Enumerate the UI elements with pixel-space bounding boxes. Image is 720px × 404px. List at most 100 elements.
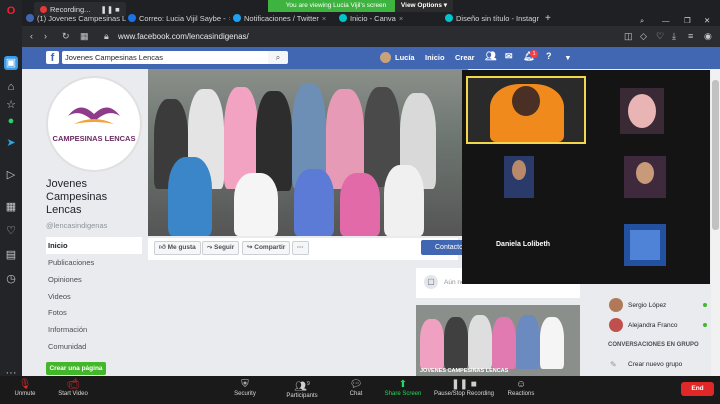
pause-recording-button[interactable]: ❚❚ ■ Pause/Stop Recording: [432, 378, 496, 397]
leftnav-community[interactable]: Comunidad: [46, 338, 142, 355]
forward-icon[interactable]: ›: [44, 31, 47, 41]
campesinas-logo-icon: [68, 107, 120, 124]
home-link[interactable]: Inicio: [425, 53, 445, 62]
opera-logo-icon[interactable]: O: [4, 4, 18, 18]
chevron-down-icon[interactable]: ▾: [566, 53, 570, 62]
messenger-icon[interactable]: ✉: [505, 51, 513, 62]
avatar[interactable]: [609, 298, 623, 312]
scrollbar-thumb[interactable]: [712, 80, 719, 230]
search-input[interactable]: Jovenes Campesinas Lencas: [62, 51, 276, 64]
clock-icon[interactable]: ◷: [4, 272, 18, 286]
home-icon[interactable]: ⌂: [4, 80, 18, 94]
back-icon[interactable]: ‹: [30, 31, 33, 41]
help-icon[interactable]: ?: [546, 51, 552, 61]
cover-photo[interactable]: [148, 69, 468, 236]
leftnav-reviews[interactable]: Opiniones: [46, 271, 142, 288]
like-label: Me gusta: [167, 244, 196, 251]
create-group-link[interactable]: Crear nuevo grupo: [628, 361, 682, 368]
create-link[interactable]: Crear: [455, 53, 475, 62]
new-tab-button[interactable]: +: [545, 11, 555, 26]
group-conversations-heading: CONVERSACIONES EN GRUPO: [608, 342, 699, 348]
search-icon[interactable]: ⌕: [268, 51, 288, 64]
leftnav-about[interactable]: Información: [46, 321, 142, 338]
create-page-button[interactable]: Crear una página: [46, 362, 106, 375]
camera-icon[interactable]: ◫: [624, 31, 633, 42]
participant-tile[interactable]: [624, 156, 666, 198]
profile-logo-text: CAMPESINAS LENCAS: [52, 134, 136, 143]
participant-face: [512, 160, 526, 180]
avatar[interactable]: [609, 318, 623, 332]
view-options-label: View Options: [400, 2, 442, 9]
profile-icon[interactable]: ◉: [704, 31, 712, 42]
profile-link[interactable]: Lucía: [395, 53, 415, 62]
heart-icon[interactable]: ♡: [4, 224, 18, 238]
tab-mail[interactable]: Correo: Lucia Vijil Saybe -×: [128, 11, 230, 26]
page-handle[interactable]: @lencasindigenas: [46, 221, 107, 230]
leftnav-videos[interactable]: Videos: [46, 288, 142, 305]
tabs-grid-icon[interactable]: ▦: [80, 31, 89, 42]
post-photo[interactable]: [416, 305, 580, 376]
contact-name[interactable]: Alejandra Franco: [628, 322, 678, 329]
history-icon[interactable]: ▤: [4, 248, 18, 262]
participant-tile[interactable]: [624, 224, 666, 266]
participant-name: Daniela Lolibeth: [496, 241, 551, 248]
reload-icon[interactable]: ↻: [62, 31, 70, 42]
easy-setup-icon[interactable]: ≡: [688, 31, 693, 41]
online-status-icon: [703, 323, 707, 327]
facebook-logo-icon[interactable]: f: [46, 51, 59, 64]
close-icon[interactable]: ×: [229, 14, 230, 23]
participants-button[interactable]: 👥︎9 Participants: [282, 378, 322, 399]
page-profile-picture[interactable]: [46, 76, 142, 172]
lock-icon: 🔒︎: [104, 31, 109, 41]
participants-label: Participants: [286, 393, 318, 400]
tab-twitter[interactable]: Notificaciones / Twitter ×: [233, 11, 337, 26]
extensions-icon[interactable]: ▦: [4, 200, 18, 214]
chat-label: Chat: [349, 391, 363, 397]
tab-facebook[interactable]: (1) Jovenes Campesinas L×: [26, 11, 126, 26]
shield-icon[interactable]: ◇: [640, 31, 647, 42]
bookmark-icon[interactable]: ☆: [4, 98, 18, 112]
unmute-button[interactable]: 🎙︎ Unmute: [10, 378, 40, 397]
active-speaker-tile[interactable]: [466, 76, 586, 144]
tab-canva-design[interactable]: Diseño sin título - Instagr: [445, 11, 543, 26]
leftnav-home[interactable]: Inicio: [46, 237, 142, 254]
chat-button[interactable]: 💬︎ Chat: [344, 378, 368, 397]
share-screen-button[interactable]: ⬆ Share Screen: [383, 378, 423, 397]
follow-button[interactable]: ⤳ Seguir: [202, 241, 240, 255]
end-meeting-button[interactable]: End: [681, 382, 714, 396]
group-photo-person: [468, 315, 492, 369]
unmute-label: Unmute: [14, 391, 36, 397]
like-button[interactable]: 👍︎ Me gusta: [154, 241, 201, 255]
participants-icon: 👥︎9: [294, 381, 310, 393]
close-icon[interactable]: ×: [322, 14, 326, 23]
speed-dial-icon[interactable]: ▣: [4, 56, 18, 70]
flow-icon[interactable]: ▷: [4, 168, 18, 182]
whatsapp-icon[interactable]: ●: [4, 114, 18, 128]
leftnav-posts[interactable]: Publicaciones: [46, 254, 142, 271]
security-button[interactable]: ⛨ Security: [230, 378, 260, 397]
heart-icon[interactable]: ♡: [656, 31, 664, 42]
start-video-button[interactable]: 📹︎ Start Video: [54, 378, 92, 397]
share-button[interactable]: ↪ Compartir: [242, 241, 291, 255]
facebook-favicon-icon: [26, 14, 34, 22]
url-field[interactable]: www.facebook.com/lencasindigenas/: [118, 30, 249, 43]
participant-tile[interactable]: [504, 156, 534, 198]
group-photo-person: [540, 317, 564, 369]
more-button[interactable]: ···: [292, 241, 309, 255]
contact-name[interactable]: Sergio López: [628, 302, 666, 309]
contact-button[interactable]: Contacto: [421, 240, 465, 255]
avatar[interactable]: [380, 52, 391, 63]
download-icon[interactable]: ⤓: [672, 31, 676, 42]
like-icon: 👍︎: [159, 244, 166, 251]
participant-tile[interactable]: [620, 88, 664, 134]
video-gallery-panel[interactable]: Daniela Lolibeth: [462, 70, 710, 284]
tab-canva[interactable]: Inicio - Canva ×: [339, 11, 443, 26]
page-title[interactable]: Jovenes Campesinas Lencas: [46, 178, 142, 217]
start-video-label: Start Video: [58, 391, 88, 397]
reactions-button[interactable]: ☺ Reactions: [505, 378, 537, 397]
leftnav-photos[interactable]: Fotos: [46, 304, 142, 321]
friends-icon[interactable]: 👥︎: [485, 51, 496, 62]
telegram-icon[interactable]: ➤: [4, 136, 18, 150]
close-icon[interactable]: ×: [399, 14, 403, 23]
twitter-favicon-icon: [233, 14, 241, 22]
